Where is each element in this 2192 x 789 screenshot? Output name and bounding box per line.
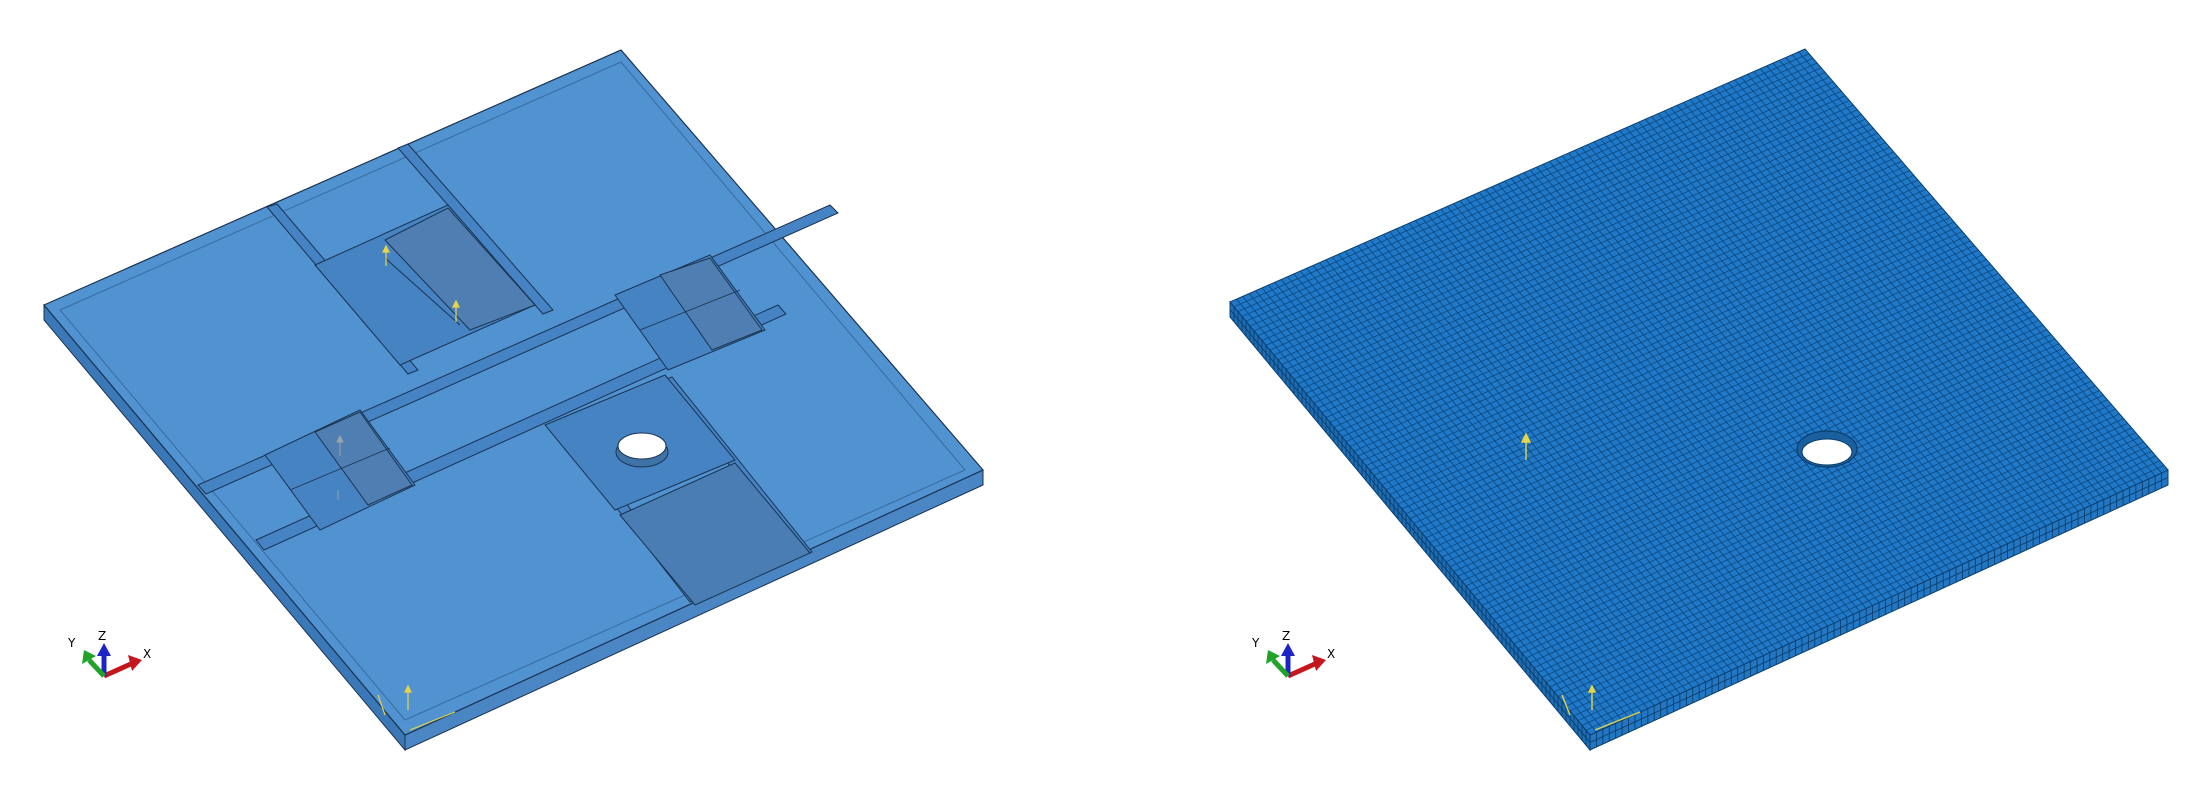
mesh-geometry: X Y Z bbox=[1229, 48, 2169, 752]
coordinate-triad: X Y Z bbox=[1251, 629, 1335, 679]
axis-z-label: Z bbox=[98, 629, 106, 643]
axis-x-arrow bbox=[102, 660, 135, 679]
axis-x-label: X bbox=[1327, 647, 1335, 661]
axis-x-label: X bbox=[143, 647, 151, 661]
coordinate-triad: X Y Z bbox=[67, 629, 151, 679]
axis-y-label: Y bbox=[67, 636, 76, 650]
axis-y-label: Y bbox=[1251, 636, 1260, 650]
part-viewport[interactable]: X Y Z bbox=[0, 0, 1130, 789]
plate-top-face bbox=[43, 49, 984, 736]
mesh-hole bbox=[1796, 430, 1858, 468]
axis-z-label: Z bbox=[1282, 629, 1290, 643]
plate-hole bbox=[615, 432, 669, 468]
mesh-viewport[interactable]: X Y Z bbox=[1130, 0, 2192, 789]
part-geometry: X Y Z bbox=[43, 49, 984, 752]
axis-x-arrow bbox=[1286, 660, 1319, 679]
